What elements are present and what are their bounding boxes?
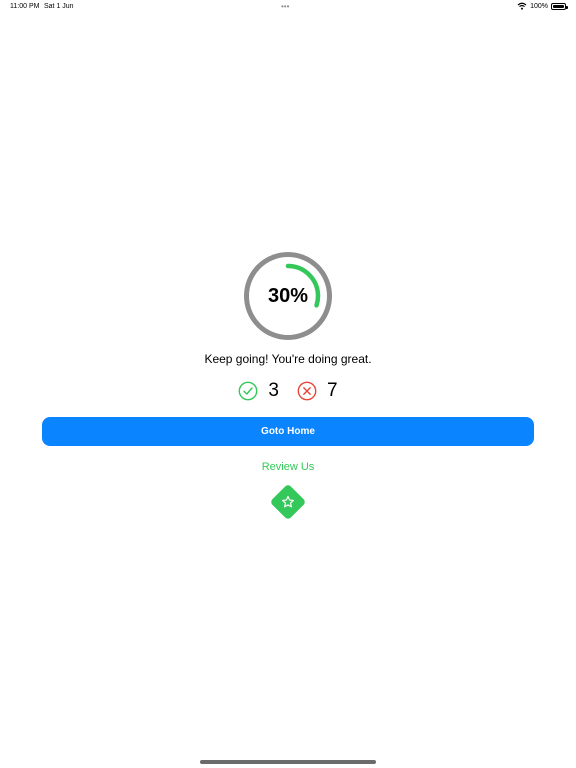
encouragement-message: Keep going! You're doing great. [204, 352, 372, 366]
correct-score: 3 [238, 380, 279, 402]
progress-ring: 30% [243, 251, 333, 341]
status-bar: 11:00 PM Sat 1 Jun ••• 100% [0, 0, 576, 14]
wrong-score: 7 [297, 380, 338, 402]
checkmark-circle-icon [239, 381, 258, 401]
progress-percent-label: 30% [267, 284, 309, 307]
correct-count: 3 [268, 380, 279, 401]
xmark-circle-icon [297, 381, 317, 401]
battery-icon [551, 2, 568, 10]
review-us-link[interactable]: Review Us [0, 461, 576, 473]
home-indicator[interactable] [200, 760, 376, 764]
wrong-count: 7 [327, 380, 338, 401]
multitasking-dots-icon[interactable]: ••• [281, 2, 289, 11]
status-right: 100% [517, 2, 568, 10]
star-icon [276, 490, 300, 514]
goto-home-button[interactable]: Goto Home [42, 417, 534, 446]
wifi-icon [517, 2, 527, 10]
battery-percent: 100% [530, 2, 548, 10]
status-date: Sat 1 Jun [44, 3, 74, 10]
quiz-result-screen: 11:00 PM Sat 1 Jun ••• 100% 30% Keep goi… [0, 0, 576, 768]
status-time: 11:00 PM [10, 3, 40, 10]
score-summary: 3 7 [0, 380, 576, 402]
